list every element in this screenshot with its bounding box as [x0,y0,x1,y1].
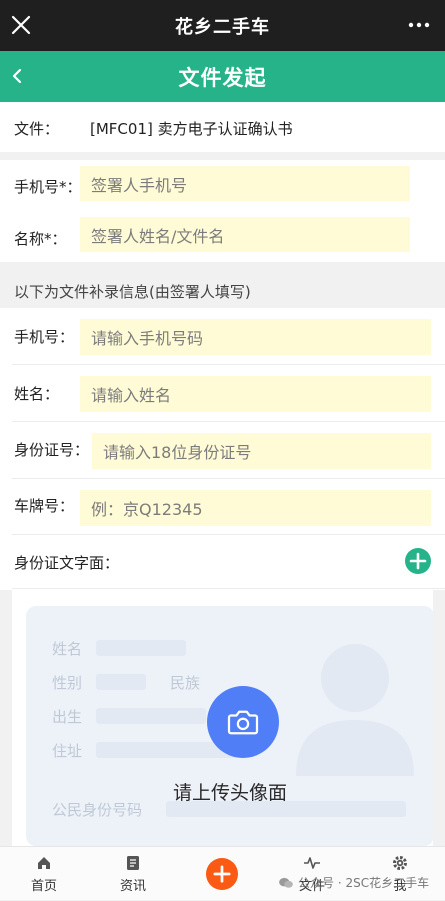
signer-phone-placeholder: 签署人手机号 [91,175,188,195]
watermark-text: 公众号 · 2SC花乡二手车 [298,876,430,890]
id-field-name: 姓名 [52,640,83,658]
divider [12,534,445,535]
gear-icon [393,855,407,870]
id-number-placeholder: 请输入18位身份证号 [103,443,252,462]
divider [12,478,445,479]
plate-label: 车牌号： [14,497,75,515]
upload-prompt: 请上传头像面 [172,782,287,804]
id-field-bar [96,708,206,724]
nav-label: 首页 [30,878,57,894]
id-field-bar [96,640,186,656]
signer-phone-label: 手机号*： [14,178,82,196]
id-field-birth: 出生 [52,708,83,726]
add-icon[interactable] [404,547,432,575]
document-row: 文件： [MFC01] 卖方电子认证确认书 [0,102,445,152]
divider [12,364,445,365]
pulse-icon [304,856,320,869]
phone-placeholder: 请输入手机号码 [91,329,204,348]
id-front-label: 身份证文字面： [14,554,120,572]
id-field-gender: 性别 [52,674,83,692]
id-field-address: 住址 [52,742,83,760]
plate-input[interactable]: 例：京Q12345 [80,490,431,526]
signer-phone-input[interactable]: 签署人手机号 [80,166,410,201]
signer-block: 手机号*： 签署人手机号 名称*： 签署人姓名/文件名 [0,160,445,262]
name-placeholder: 请输入姓名 [91,386,172,405]
id-card-placeholder[interactable]: 姓名 性别 民族 出生 住址 公民身份号码 请上传头像面 [26,606,433,846]
plus-icon [213,865,231,883]
document-label: 文件： [14,120,60,138]
bottom-nav: 首页 资讯 文件 我 [0,846,445,900]
id-number-label: 身份证号： [14,441,90,459]
camera-upload-button[interactable] [207,686,279,758]
document-value: [MFC01] 卖方电子认证确认书 [90,120,293,138]
divider [12,588,445,589]
id-number-input[interactable]: 请输入18位身份证号 [92,433,431,469]
more-icon[interactable] [407,16,431,34]
divider [12,421,445,422]
signer-name-label: 名称*： [14,230,67,248]
portrait-silhouette [296,644,414,776]
close-icon[interactable] [10,14,32,36]
name-label: 姓名： [14,385,60,403]
nav-item-home[interactable]: 首页 [22,847,66,901]
phone-label: 手机号： [14,328,75,346]
center-add-button[interactable] [206,858,238,890]
signer-name-placeholder: 签署人姓名/文件名 [91,226,225,246]
watermark: 公众号 · 2SC花乡二手车 [278,874,429,891]
news-icon [127,855,139,870]
home-icon [38,856,50,869]
camera-icon [227,710,259,735]
nav-label: 资讯 [119,878,146,894]
name-input[interactable]: 请输入姓名 [80,376,431,412]
id-field-bar [96,674,146,690]
top-bar: 花乡二手车 [0,0,445,51]
phone-input[interactable]: 请输入手机号码 [80,319,431,355]
supplement-form: 手机号： 请输入手机号码 姓名： 请输入姓名 身份证号： 请输入18位身份证号 … [0,308,445,590]
nav-item-news[interactable]: 资讯 [111,847,155,901]
window-title: 花乡二手车 [175,16,270,38]
page-title: 文件发起 [178,65,267,90]
page-header: 文件发起 [0,51,445,102]
signer-name-input[interactable]: 签署人姓名/文件名 [80,217,410,252]
back-icon[interactable] [8,65,26,87]
id-field-ethnicity: 民族 [170,674,201,692]
id-card-upload-area: 姓名 性别 民族 出生 住址 公民身份号码 请上传头像面 [12,590,433,846]
wechat-icon [279,877,293,888]
plate-placeholder: 例：京Q12345 [91,500,203,519]
supplement-section-title: 以下为文件补录信息(由签署人填写) [14,283,251,301]
